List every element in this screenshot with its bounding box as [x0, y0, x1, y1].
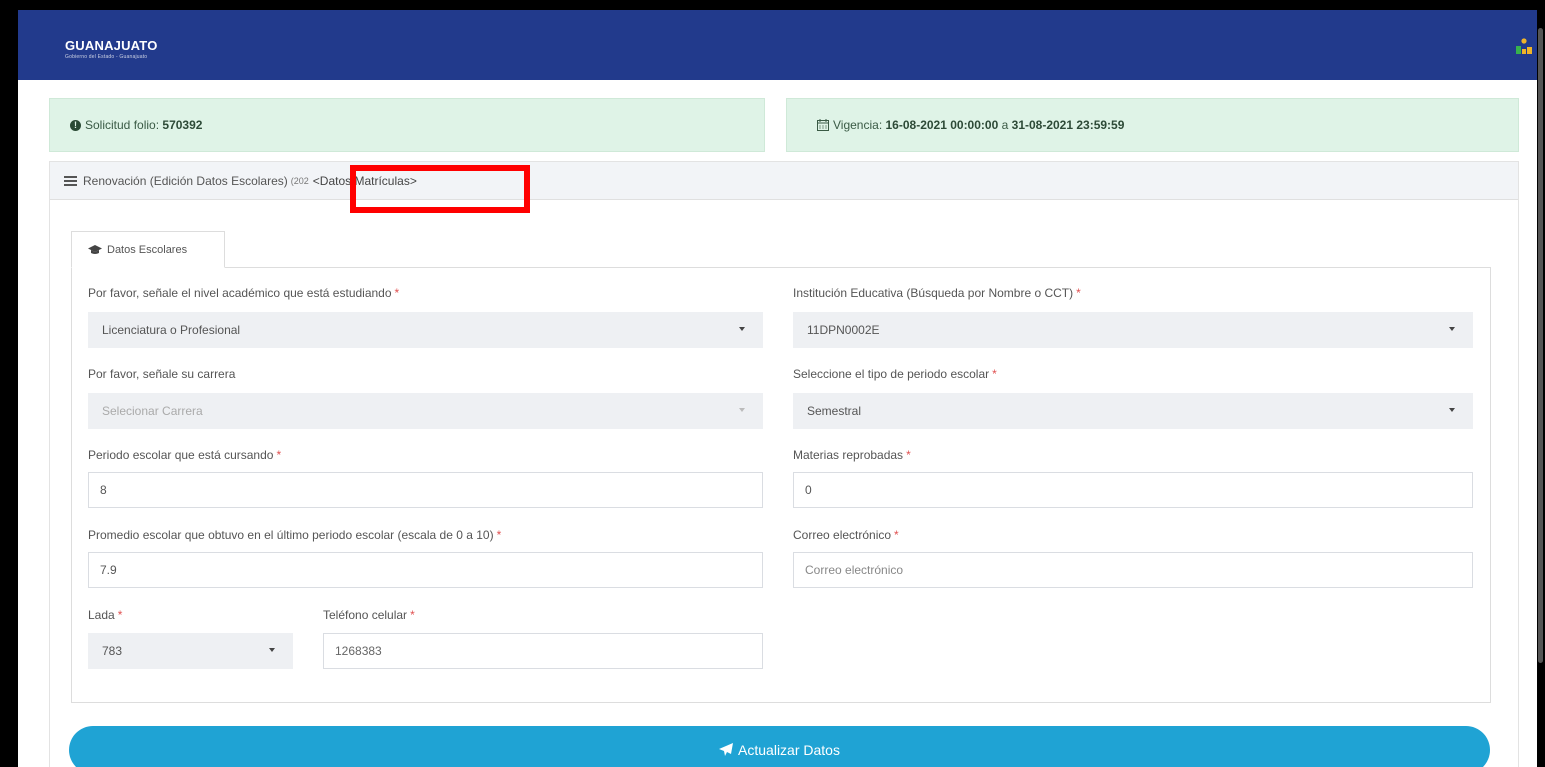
carrera-value: Selecionar Carrera — [102, 404, 203, 418]
promedio-value: 7.9 — [100, 563, 117, 577]
folio-label: Solicitud folio: — [85, 118, 160, 132]
periodo-input[interactable]: 8 — [88, 472, 763, 508]
caret-down-icon — [739, 327, 745, 331]
vigencia-separator: a — [1001, 118, 1009, 132]
required-mark: * — [394, 286, 400, 300]
vigencia-alert: Vigencia: 16-08-2021 00:00:00 a 31-08-20… — [786, 98, 1519, 152]
promedio-label: Promedio escolar que obtuvo en el último… — [88, 528, 501, 542]
telefono-label: Teléfono celular * — [323, 608, 415, 622]
folio-alert: ! Solicitud folio: 570392 — [49, 98, 765, 152]
required-mark: * — [992, 367, 997, 381]
carrera-label: Por favor, señale su carrera — [88, 367, 235, 381]
lada-label: Lada * — [88, 608, 122, 622]
actualizar-datos-label: Actualizar Datos — [738, 742, 840, 758]
materias-label: Materias reprobadas * — [793, 448, 911, 462]
app-window: GUANAJUATO Gobierno del Estado - Guanaju… — [18, 10, 1537, 767]
graduation-cap-icon — [88, 244, 102, 254]
required-mark: * — [276, 448, 282, 462]
required-mark: * — [1076, 286, 1081, 300]
carrera-select[interactable]: Selecionar Carrera — [88, 393, 763, 429]
caret-down-icon — [269, 648, 275, 652]
lada-select[interactable]: 783 — [88, 633, 293, 669]
actualizar-datos-button[interactable]: Actualizar Datos — [69, 726, 1490, 767]
correo-label-text: Correo electrónico — [793, 528, 892, 542]
required-mark: * — [906, 448, 911, 462]
lada-value: 783 — [102, 644, 123, 658]
tipo-periodo-label-text: Seleccione el tipo de periodo escolar — [793, 367, 990, 381]
nivel-label: Por favor, señale el nivel académico que… — [88, 286, 399, 300]
tab-datos-escolares[interactable]: Datos Escolares — [71, 231, 225, 268]
caret-down-icon — [1449, 327, 1455, 331]
institucion-value: 11DPN0002E — [807, 323, 880, 337]
tipo-periodo-value: Semestral — [807, 404, 862, 418]
nivel-value: Licenciatura o Profesional — [102, 323, 241, 337]
required-mark: * — [410, 608, 415, 622]
telefono-value: 1268383 — [335, 644, 382, 658]
panel-title: Renovación (Edición Datos Escolares) — [83, 173, 288, 188]
correo-input[interactable]: Correo electrónico — [793, 552, 1473, 588]
top-navbar: GUANAJUATO Gobierno del Estado - Guanaju… — [18, 10, 1537, 80]
periodo-label: Periodo escolar que está cursando * — [88, 448, 281, 462]
materias-value: 0 — [805, 483, 812, 497]
telefono-label-text: Teléfono celular — [323, 608, 408, 622]
caret-down-icon — [1449, 408, 1455, 412]
promedio-input[interactable]: 7.9 — [88, 552, 763, 588]
required-mark: * — [894, 528, 899, 542]
calendar-icon — [817, 119, 829, 131]
list-icon — [64, 174, 77, 188]
caret-down-icon — [739, 408, 745, 412]
tipo-periodo-label: Seleccione el tipo de periodo escolar * — [793, 367, 997, 381]
promedio-label-text: Promedio escolar que obtuvo en el último… — [88, 528, 494, 542]
materias-label-text: Materias reprobadas — [793, 448, 904, 462]
tab-label: Datos Escolares — [107, 243, 188, 256]
sube-logo-icon[interactable] — [1515, 37, 1533, 57]
carrera-label-text: Por favor, señale su carrera — [88, 367, 236, 381]
vigencia-start: 16-08-2021 00:00:00 — [885, 118, 999, 132]
panel-heading: Renovación (Edición Datos Escolares) (20… — [50, 162, 1518, 200]
folio-value: 570392 — [162, 118, 203, 132]
correo-label: Correo electrónico * — [793, 528, 899, 542]
nivel-select[interactable]: Licenciatura o Profesional — [88, 312, 763, 348]
brand-logo[interactable]: GUANAJUATO Gobierno del Estado - Guanaju… — [65, 38, 158, 60]
scrollbar[interactable] — [1538, 28, 1543, 663]
vigencia-label: Vigencia: — [833, 118, 883, 132]
highlight-annotation — [350, 165, 530, 213]
institucion-select[interactable]: 11DPN0002E — [793, 312, 1473, 348]
info-circle-icon: ! — [70, 119, 81, 131]
tipo-periodo-select[interactable]: Semestral — [793, 393, 1473, 429]
periodo-label-text: Periodo escolar que está cursando — [88, 448, 274, 462]
brand-subtitle: Gobierno del Estado - Guanajuato — [65, 54, 148, 60]
panel-year: (202 — [290, 175, 309, 186]
periodo-value: 8 — [100, 483, 107, 497]
correo-placeholder: Correo electrónico — [805, 563, 904, 577]
nivel-label-text: Por favor, señale el nivel académico que… — [88, 286, 392, 300]
brand-title: GUANAJUATO — [65, 38, 158, 53]
required-mark: * — [117, 608, 123, 622]
required-mark: * — [496, 528, 502, 542]
vigencia-end: 31-08-2021 23:59:59 — [1011, 118, 1125, 132]
institucion-label-text: Institución Educativa (Búsqueda por Nomb… — [793, 286, 1074, 300]
paper-plane-icon — [719, 743, 734, 756]
institucion-label: Institución Educativa (Búsqueda por Nomb… — [793, 286, 1081, 300]
materias-input[interactable]: 0 — [793, 472, 1473, 508]
lada-label-text: Lada — [88, 608, 115, 622]
telefono-input[interactable]: 1268383 — [323, 633, 763, 669]
